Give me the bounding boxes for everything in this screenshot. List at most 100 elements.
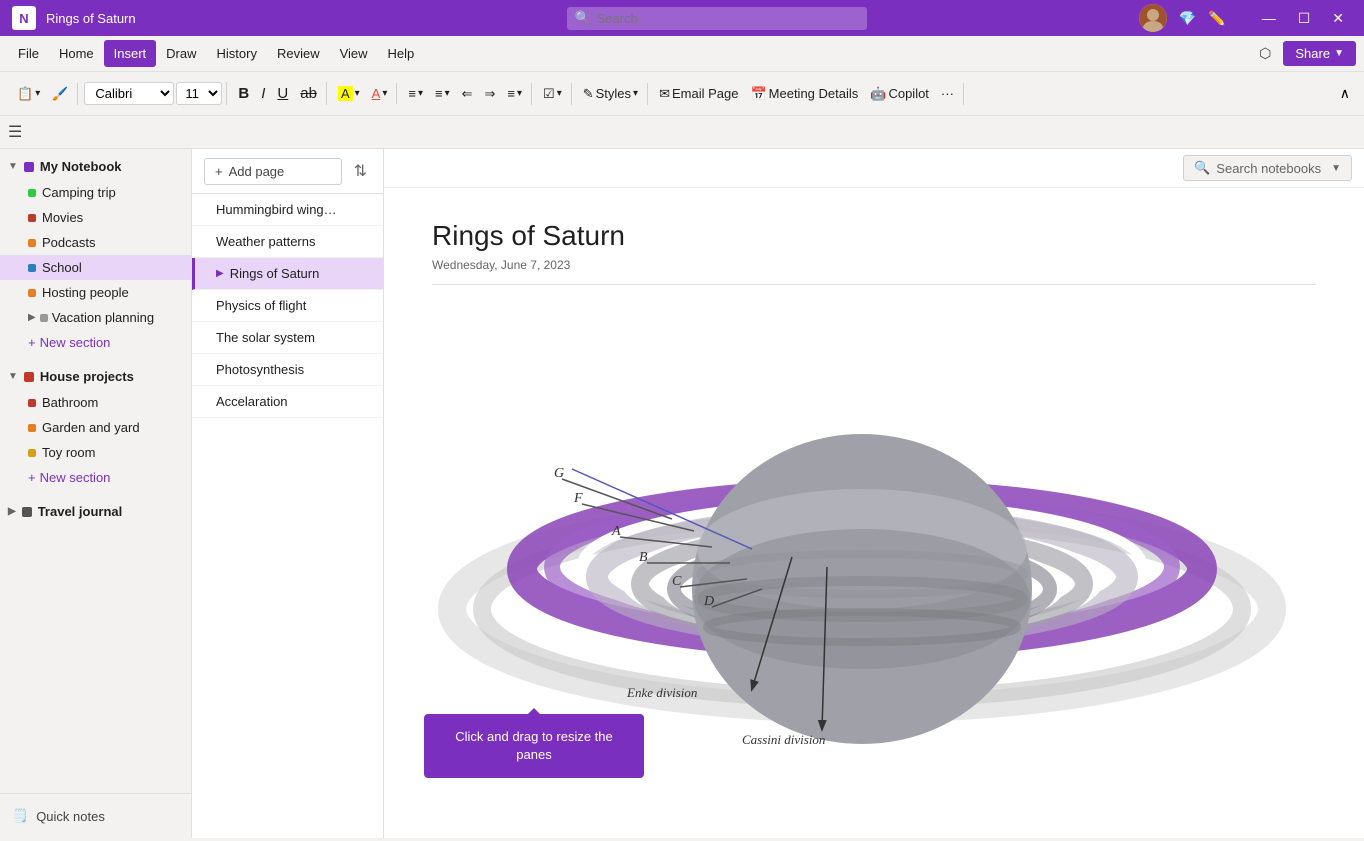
numbering-button[interactable]: ≡▾ bbox=[430, 83, 455, 104]
page-item-hummingbird[interactable]: Hummingbird wing… bbox=[192, 194, 383, 226]
clipboard-icon: 📋 bbox=[17, 86, 33, 102]
sidebar: ▼ My Notebook Camping trip Movies Podcas… bbox=[0, 149, 192, 838]
bold-button[interactable]: B bbox=[233, 82, 254, 105]
styles-button[interactable]: ✎ Styles ▾ bbox=[578, 83, 643, 105]
text-color-icon: A bbox=[372, 86, 381, 101]
sidebar-item-movies[interactable]: Movies bbox=[0, 205, 191, 230]
menu-file[interactable]: File bbox=[8, 40, 49, 67]
check-group: ☑▾ bbox=[534, 83, 572, 105]
travel-color-dot bbox=[22, 507, 32, 517]
menu-history[interactable]: History bbox=[207, 40, 267, 67]
page-item-physics[interactable]: Physics of flight bbox=[192, 290, 383, 322]
add-page-button[interactable]: + Add page bbox=[204, 158, 342, 185]
content-area-topbar: 🔍 Search notebooks ▼ bbox=[384, 149, 1364, 188]
menu-insert[interactable]: Insert bbox=[104, 40, 157, 67]
sidebar-item-garden-yard[interactable]: Garden and yard bbox=[0, 415, 191, 440]
italic-button[interactable]: I bbox=[256, 82, 270, 105]
notebook-my-notebook-header[interactable]: ▼ My Notebook bbox=[0, 153, 191, 180]
menu-home[interactable]: Home bbox=[49, 40, 104, 67]
search-input[interactable] bbox=[567, 7, 867, 30]
maximize-button[interactable]: ☐ bbox=[1290, 8, 1319, 29]
avatar[interactable] bbox=[1139, 4, 1167, 32]
sidebar-item-school[interactable]: School bbox=[0, 255, 191, 280]
ribbon-collapse-icon[interactable]: ⬡ bbox=[1253, 41, 1277, 66]
sort-button[interactable]: ⇅ bbox=[350, 157, 371, 185]
font-size-select[interactable]: 11 bbox=[176, 82, 222, 105]
bullets-button[interactable]: ≡▾ bbox=[403, 83, 428, 104]
menu-bar: File Home Insert Draw History Review Vie… bbox=[0, 36, 1364, 72]
premium-icon[interactable]: 💎 bbox=[1179, 10, 1196, 27]
sidebar-bottom: 🗒️ Quick notes bbox=[0, 793, 191, 838]
hamburger-menu[interactable]: ☰ bbox=[8, 122, 22, 142]
menu-draw[interactable]: Draw bbox=[156, 40, 206, 67]
toolbar: 📋▾ 🖌️ Calibri 11 B I U ab A▾ A▾ ≡▾ ≡▾ bbox=[0, 72, 1364, 116]
menu-review[interactable]: Review bbox=[267, 40, 330, 67]
svg-text:D: D bbox=[703, 594, 714, 609]
search-notebooks-button[interactable]: 🔍 Search notebooks ▼ bbox=[1183, 155, 1352, 181]
travel-chevron-right: ▶ bbox=[8, 506, 16, 517]
checklist-button[interactable]: ☑▾ bbox=[538, 83, 567, 105]
meeting-details-button[interactable]: 📅 Meeting Details bbox=[745, 83, 863, 105]
title-bar: N Rings of Saturn 🔍 💎 ✏️ — ☐ ✕ bbox=[0, 0, 1364, 36]
page-item-rings-of-saturn[interactable]: ▶ Rings of Saturn bbox=[192, 258, 383, 290]
clipboard-button[interactable]: 📋▾ bbox=[12, 83, 45, 105]
notebook-house-projects-header[interactable]: ▼ House projects bbox=[0, 363, 191, 390]
underline-button[interactable]: U bbox=[272, 82, 293, 105]
collapsed-bar: ☰ bbox=[0, 116, 1364, 149]
notebook-chevron-down: ▼ bbox=[8, 161, 18, 172]
new-section-my-notebook[interactable]: + New section bbox=[0, 330, 191, 355]
menu-right: ⬡ Share ▼ bbox=[1253, 41, 1356, 66]
more-button[interactable]: ··· bbox=[936, 83, 959, 104]
list-group: ≡▾ ≡▾ ⇐ ⇒ ≡▾ bbox=[399, 83, 532, 105]
sidebar-item-camping-trip[interactable]: Camping trip bbox=[0, 180, 191, 205]
text-color-button[interactable]: A▾ bbox=[367, 83, 393, 104]
app-icon: N bbox=[12, 6, 36, 30]
sidebar-item-vacation-planning[interactable]: ▶ Vacation planning bbox=[0, 305, 191, 330]
house-color-dot bbox=[24, 372, 34, 382]
page-item-solar-system[interactable]: The solar system bbox=[192, 322, 383, 354]
svg-text:Enke division: Enke division bbox=[626, 685, 697, 700]
email-page-button[interactable]: ✉ Email Page bbox=[654, 83, 743, 105]
notebook-color-dot bbox=[24, 162, 34, 172]
numbering-icon: ≡ bbox=[435, 86, 443, 101]
toolbar-expand-button[interactable]: ∧ bbox=[1334, 82, 1356, 105]
quick-notes[interactable]: 🗒️ Quick notes bbox=[8, 802, 183, 830]
close-button[interactable]: ✕ bbox=[1324, 8, 1352, 29]
indent-button[interactable]: ⇒ bbox=[480, 83, 501, 105]
edit-icon[interactable]: ✏️ bbox=[1208, 10, 1225, 27]
copilot-button[interactable]: 🤖 Copilot bbox=[865, 83, 934, 105]
chevron-right-icon: ▶ bbox=[28, 312, 36, 323]
format-painter-button[interactable]: 🖌️ bbox=[47, 83, 73, 105]
menu-help[interactable]: Help bbox=[378, 40, 425, 67]
title-icons: 💎 ✏️ bbox=[1139, 4, 1226, 32]
page-item-accelaration[interactable]: Accelaration bbox=[192, 386, 383, 418]
menu-view[interactable]: View bbox=[330, 40, 378, 67]
sidebar-item-hosting-people[interactable]: Hosting people bbox=[0, 280, 191, 305]
doc-title: Rings of Saturn bbox=[46, 11, 306, 26]
highlight-button[interactable]: A▾ bbox=[333, 83, 365, 104]
check-icon: ☑ bbox=[543, 86, 555, 102]
note-title: Rings of Saturn bbox=[432, 220, 1316, 252]
notebook-travel-journal-header[interactable]: ▶ Travel journal bbox=[0, 498, 191, 525]
new-section-house-projects[interactable]: + New section bbox=[0, 465, 191, 490]
strikethrough-button[interactable]: ab bbox=[295, 82, 322, 105]
page-item-photosynthesis[interactable]: Photosynthesis bbox=[192, 354, 383, 386]
minimize-button[interactable]: — bbox=[1254, 8, 1284, 28]
format-painter-icon: 🖌️ bbox=[52, 86, 68, 102]
outdent-button[interactable]: ⇐ bbox=[457, 83, 478, 105]
sidebar-item-toy-room[interactable]: Toy room bbox=[0, 440, 191, 465]
share-button[interactable]: Share ▼ bbox=[1283, 41, 1356, 66]
sidebar-item-bathroom[interactable]: Bathroom bbox=[0, 390, 191, 415]
window-controls: — ☐ ✕ bbox=[1254, 8, 1352, 29]
font-name-select[interactable]: Calibri bbox=[84, 82, 174, 105]
font-group: Calibri 11 bbox=[80, 82, 227, 105]
bullets-icon: ≡ bbox=[408, 86, 416, 101]
sidebar-item-podcasts[interactable]: Podcasts bbox=[0, 230, 191, 255]
page-list-header: + Add page ⇅ bbox=[192, 149, 383, 194]
copilot-icon: 🤖 bbox=[870, 86, 886, 102]
align-button[interactable]: ≡▾ bbox=[502, 83, 527, 104]
active-chevron-icon: ▶ bbox=[216, 268, 224, 279]
page-item-weather[interactable]: Weather patterns bbox=[192, 226, 383, 258]
email-icon: ✉ bbox=[659, 86, 670, 102]
svg-text:C: C bbox=[672, 574, 682, 589]
